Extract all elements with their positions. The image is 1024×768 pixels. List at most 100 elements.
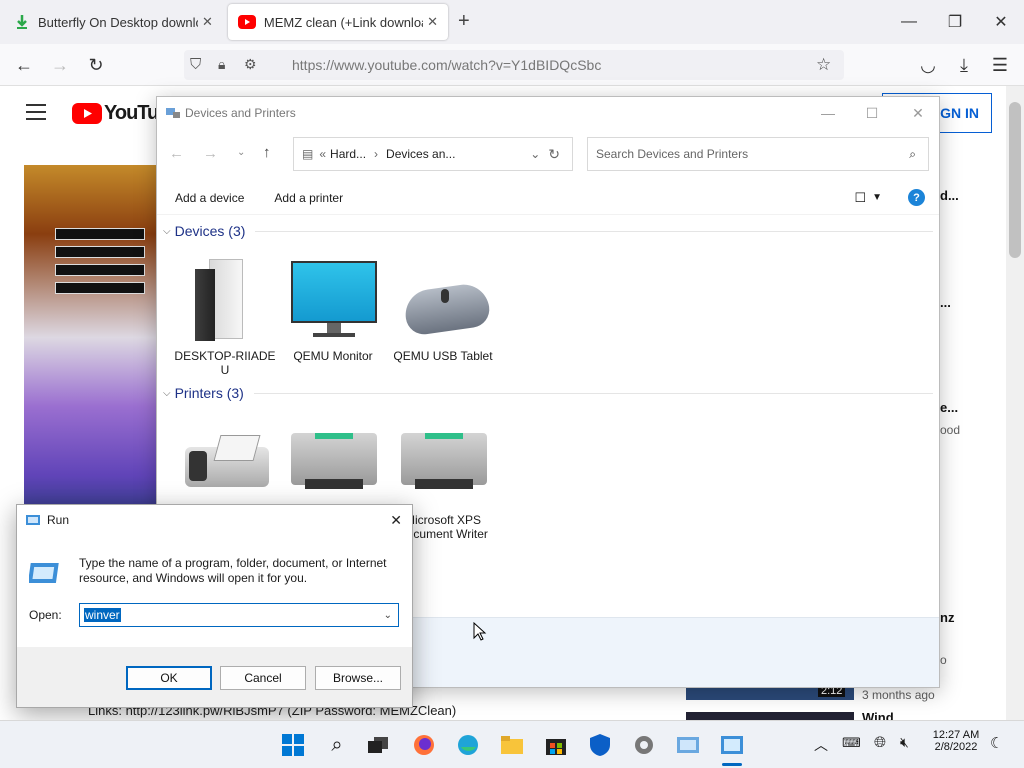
help-icon[interactable]: ? <box>908 189 925 206</box>
maximize-icon[interactable]: ☐ <box>849 97 895 129</box>
browse-button[interactable]: Browse... <box>315 666 401 690</box>
search-icon[interactable]: ⌕ <box>321 729 353 761</box>
run-body <box>17 535 412 647</box>
device-qemu-monitor[interactable]: QEMU Monitor <box>279 255 387 363</box>
run-title: Run <box>47 513 70 527</box>
ok-button[interactable]: OK <box>126 666 212 690</box>
overflow-icon: « <box>319 147 327 161</box>
computer-tower-icon <box>175 255 275 345</box>
volume-muted-icon[interactable]: 🔇︎ <box>900 734 909 751</box>
collapse-icon[interactable]: ⌵ <box>163 388 171 399</box>
sidebar-title[interactable]: e... <box>940 400 958 415</box>
breadcrumb-hardware[interactable]: Hard... <box>330 147 366 161</box>
group-title: Printers (3) <box>174 385 244 401</box>
close-icon[interactable]: ✕ <box>427 14 438 30</box>
tab-title: Butterfly On Desktop download <box>38 14 198 30</box>
printers-group-header[interactable]: ⌵ Printers (3) <box>163 385 933 401</box>
close-icon[interactable]: ✕ <box>390 512 402 529</box>
sidebar-title[interactable]: d... <box>940 188 959 203</box>
back-icon[interactable]: ← <box>10 52 38 78</box>
window-titlebar[interactable]: Devices and Printers — ☐ ✕ <box>157 97 939 129</box>
refresh-icon[interactable]: ↻ <box>548 146 560 163</box>
run-app-icon[interactable] <box>716 729 748 761</box>
back-icon[interactable]: ← <box>169 145 184 162</box>
sidebar-meta: 3 months ago <box>862 688 935 702</box>
sidebar-thumbnail[interactable] <box>686 712 854 720</box>
new-tab-button[interactable]: + <box>458 10 470 33</box>
tab-memz[interactable]: MEMZ clean (+Link download) ✕ <box>228 4 448 40</box>
devices-group-header[interactable]: ⌵ Devices (3) <box>163 223 933 239</box>
store-icon[interactable] <box>540 729 572 761</box>
memz-window <box>55 246 145 258</box>
browser-tab-bar: Butterfly On Desktop download ✕ MEMZ cle… <box>0 0 1024 44</box>
keyboard-icon[interactable]: ⌨ <box>842 735 861 751</box>
chevron-down-icon[interactable]: ⌄ <box>384 610 392 621</box>
network-icon[interactable]: 🌐︎ <box>874 734 886 751</box>
lock-icon[interactable]: 🔒︎ <box>218 56 225 73</box>
collapse-icon[interactable]: ⌵ <box>163 226 171 237</box>
up-icon[interactable]: ↑ <box>263 144 271 161</box>
search-icon[interactable]: ⌕ <box>909 147 916 162</box>
edge-icon[interactable] <box>452 729 484 761</box>
tab-butterfly[interactable]: Butterfly On Desktop download ✕ <box>4 4 224 40</box>
clock[interactable]: 12:27 AM 2/8/2022 <box>926 729 986 753</box>
control-panel-icon[interactable] <box>672 729 704 761</box>
scrollbar-thumb[interactable] <box>1009 102 1021 258</box>
printer-fax[interactable] <box>171 419 279 513</box>
download-icon <box>17 15 27 29</box>
sidebar-title[interactable]: Wind <box>862 710 894 720</box>
add-device-button[interactable]: Add a device <box>175 191 244 205</box>
address-bar[interactable]: ▤ « Hard... › Devices an... ⌄ ↻ <box>293 137 573 171</box>
close-window-icon[interactable]: ✕ <box>978 0 1024 44</box>
task-view-icon[interactable] <box>362 729 394 761</box>
monitor-icon <box>283 255 383 345</box>
notifications-icon[interactable]: ☾ <box>990 734 1003 752</box>
add-printer-button[interactable]: Add a printer <box>274 191 343 205</box>
security-icon[interactable] <box>584 729 616 761</box>
close-icon[interactable]: ✕ <box>202 14 213 30</box>
view-icon[interactable]: ☐ <box>854 190 866 206</box>
window-title: Devices and Printers <box>185 106 296 120</box>
recent-locations-icon[interactable]: ⌄ <box>237 147 245 158</box>
forward-icon[interactable]: → <box>203 145 218 162</box>
view-dropdown-icon[interactable]: ▼ <box>872 192 882 203</box>
chevron-up-icon[interactable]: ︿ <box>814 735 828 755</box>
menu-icon[interactable]: ☰ <box>986 52 1014 78</box>
reload-icon[interactable]: ↻ <box>82 52 110 78</box>
device-qemu-tablet[interactable]: QEMU USB Tablet <box>389 255 497 363</box>
minimize-icon[interactable]: — <box>805 97 851 129</box>
pocket-icon[interactable]: ◡ <box>914 52 942 78</box>
video-player[interactable] <box>24 165 158 510</box>
url-bar[interactable]: ⛉ 🔒︎ ⚙ https://www.youtube.com/watch?v=Y… <box>184 50 844 80</box>
downloads-icon[interactable]: ⤓ <box>950 52 978 78</box>
group-title: Devices (3) <box>174 223 246 239</box>
run-titlebar[interactable]: Run ✕ <box>17 505 412 535</box>
device-desktop[interactable]: DESKTOP-RIIADE U <box>171 255 279 377</box>
restore-icon[interactable]: ❐ <box>932 0 978 44</box>
run-program-icon <box>29 563 59 583</box>
printer-generic[interactable] <box>279 419 387 513</box>
permissions-icon[interactable]: ⚙ <box>244 56 257 73</box>
url-text[interactable]: https://www.youtube.com/watch?v=Y1dBIDQc… <box>292 57 601 73</box>
shield-icon[interactable]: ⛉ <box>190 56 201 73</box>
printer-icon <box>393 419 493 509</box>
breadcrumb-devices[interactable]: Devices an... <box>386 147 455 161</box>
start-button[interactable] <box>277 729 309 761</box>
windows-logo-icon <box>282 734 304 756</box>
chevron-down-icon[interactable]: ⌄ <box>530 147 540 161</box>
open-input-value[interactable]: winver <box>84 608 121 622</box>
sidebar-title[interactable]: ... <box>940 295 951 310</box>
settings-icon[interactable] <box>628 729 660 761</box>
forward-icon[interactable]: → <box>46 52 74 78</box>
search-box[interactable]: Search Devices and Printers ⌕ <box>587 137 929 171</box>
firefox-icon[interactable] <box>408 729 440 761</box>
minimize-icon[interactable]: — <box>886 0 932 44</box>
close-icon[interactable]: ✕ <box>895 97 941 129</box>
clock-time: 12:27 AM <box>932 729 980 741</box>
file-explorer-icon[interactable] <box>496 729 528 761</box>
bookmark-star-icon[interactable]: ☆ <box>816 55 831 75</box>
cancel-button[interactable]: Cancel <box>220 666 306 690</box>
hamburger-menu-icon[interactable] <box>26 104 46 120</box>
open-input[interactable]: winver ⌄ <box>79 603 399 627</box>
sidebar-title[interactable]: nz <box>940 610 954 625</box>
